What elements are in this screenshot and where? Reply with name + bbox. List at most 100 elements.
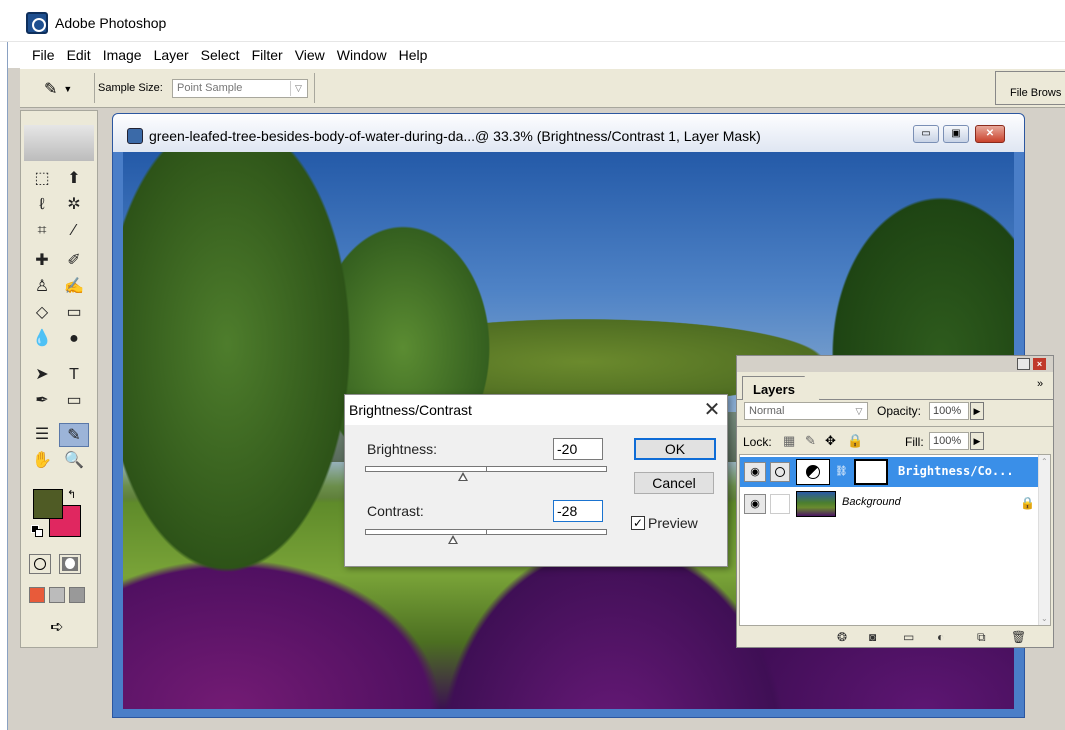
fill-arrow-icon[interactable]: ▶ bbox=[970, 432, 984, 450]
move-tool-icon[interactable]: ⬆ bbox=[59, 167, 89, 191]
full-screen-mode-icon[interactable] bbox=[69, 587, 85, 603]
tool-preset-picker[interactable]: ✎ ▼ bbox=[32, 78, 86, 100]
close-document-button[interactable]: ✕ bbox=[975, 125, 1005, 143]
dialog-close-icon[interactable]: ✕ bbox=[701, 397, 723, 422]
opacity-arrow-icon[interactable]: ▶ bbox=[970, 402, 984, 420]
cancel-button[interactable]: Cancel bbox=[634, 472, 714, 494]
lock-transparency-icon[interactable]: ▦ bbox=[783, 433, 795, 449]
lasso-tool-icon[interactable]: ℓ bbox=[27, 193, 57, 217]
tab-layers[interactable]: Layers bbox=[742, 376, 820, 400]
default-colors-icon[interactable] bbox=[31, 525, 43, 537]
menu-window[interactable]: Window bbox=[331, 47, 393, 63]
menu-image[interactable]: Image bbox=[97, 47, 148, 63]
trash-icon[interactable]: 🗑 bbox=[1011, 630, 1026, 644]
maximize-button[interactable]: ▣ bbox=[943, 125, 969, 143]
path-selection-tool-icon[interactable]: ➤ bbox=[27, 363, 57, 387]
eye-icon[interactable]: ◉ bbox=[744, 462, 766, 482]
brightness-slider[interactable] bbox=[365, 466, 607, 481]
ok-button[interactable]: OK bbox=[634, 438, 716, 460]
menu-edit[interactable]: Edit bbox=[61, 47, 97, 63]
healing-brush-tool-icon[interactable]: ✚ bbox=[27, 249, 57, 273]
adjustment-layer-icon[interactable] bbox=[796, 459, 830, 485]
chevron-down-icon: ▽ bbox=[290, 81, 306, 96]
magic-wand-tool-icon[interactable]: ✲ bbox=[59, 193, 89, 217]
lock-all-icon[interactable]: 🔒 bbox=[847, 433, 863, 449]
lock-image-icon[interactable]: ✎ bbox=[805, 433, 816, 449]
blur-tool-icon[interactable]: 💧 bbox=[27, 327, 57, 351]
chevron-down-icon: ▽ bbox=[855, 406, 863, 416]
minimize-button[interactable]: ▭ bbox=[913, 125, 939, 143]
fill-label: Fill: bbox=[905, 435, 924, 449]
layer-mask-icon[interactable] bbox=[770, 462, 790, 482]
menu-view[interactable]: View bbox=[289, 47, 331, 63]
chevron-down-icon[interactable]: ⌄ bbox=[1041, 614, 1048, 623]
palette-close-button[interactable]: × bbox=[1033, 358, 1046, 370]
standard-mode-icon[interactable] bbox=[29, 554, 51, 574]
swap-colors-icon[interactable]: ↰ bbox=[67, 488, 76, 501]
menu-filter[interactable]: Filter bbox=[246, 47, 289, 63]
brightness-label: Brightness: bbox=[367, 441, 438, 457]
layer-mask-thumbnail[interactable] bbox=[854, 459, 888, 485]
palette-menu-icon[interactable]: » bbox=[1037, 378, 1043, 390]
jump-to-imageready-icon[interactable]: ➪ bbox=[33, 617, 81, 637]
palette-minimize-button[interactable] bbox=[1017, 358, 1030, 370]
gradient-tool-icon[interactable]: ▭ bbox=[59, 301, 89, 325]
full-screen-menu-mode-icon[interactable] bbox=[49, 587, 65, 603]
contrast-slider-thumb[interactable] bbox=[448, 535, 459, 544]
sample-size-select[interactable]: Point Sample ▽ bbox=[172, 79, 308, 98]
eraser-tool-icon[interactable]: ◇ bbox=[27, 301, 57, 325]
lock-position-icon[interactable]: ✥ bbox=[825, 433, 836, 449]
brightness-slider-thumb[interactable] bbox=[457, 472, 468, 481]
brightness-input[interactable]: -20 bbox=[553, 438, 603, 460]
layer-thumbnail[interactable] bbox=[796, 491, 836, 517]
contrast-input[interactable]: -28 bbox=[553, 500, 603, 522]
hand-tool-icon[interactable]: ✋ bbox=[27, 449, 57, 473]
blend-mode-select[interactable]: Normal ▽ bbox=[744, 402, 868, 420]
menu-help[interactable]: Help bbox=[393, 47, 434, 63]
new-adjustment-layer-icon[interactable]: ◐ bbox=[937, 630, 944, 644]
contrast-slider[interactable] bbox=[365, 529, 607, 544]
new-group-icon[interactable]: ▭ bbox=[903, 630, 914, 644]
menu-select[interactable]: Select bbox=[195, 47, 246, 63]
menu-file[interactable]: File bbox=[26, 47, 61, 63]
menu-layer[interactable]: Layer bbox=[148, 47, 195, 63]
slice-tool-icon[interactable]: ⁄ bbox=[59, 219, 89, 243]
fill-input[interactable]: 100% bbox=[929, 432, 969, 450]
sample-size-label: Sample Size: bbox=[98, 82, 163, 94]
layer-row-background[interactable]: ◉ Background 🔒 bbox=[740, 489, 1038, 519]
eyedropper-tool-icon[interactable]: ✎ bbox=[59, 423, 89, 447]
chain-link-icon[interactable]: ⛓ bbox=[835, 466, 848, 477]
layer-list-scrollbar[interactable]: ⌃ ⌄ bbox=[1038, 455, 1050, 625]
clone-stamp-tool-icon[interactable]: ♙ bbox=[27, 275, 57, 299]
zoom-tool-icon[interactable]: 🔍 bbox=[59, 449, 89, 473]
quick-mask-mode-icon[interactable] bbox=[59, 554, 81, 574]
brush-tool-icon[interactable]: ✐ bbox=[59, 249, 89, 273]
foreground-color-swatch[interactable] bbox=[33, 489, 63, 519]
layer-style-icon[interactable]: ❂ bbox=[837, 630, 847, 644]
layer-row-brightness-contrast[interactable]: ◉ ⛓ Brightness/Co... bbox=[740, 457, 1038, 487]
file-browser-button[interactable]: File Brows bbox=[995, 71, 1065, 105]
standard-screen-mode-icon[interactable] bbox=[29, 587, 45, 603]
new-layer-icon[interactable]: ⧉ bbox=[977, 630, 986, 645]
notes-tool-icon[interactable]: ☰ bbox=[27, 423, 57, 447]
layer-link-box[interactable] bbox=[770, 494, 790, 514]
history-brush-tool-icon[interactable]: ✍ bbox=[59, 275, 89, 299]
pen-tool-icon[interactable]: ✒ bbox=[27, 389, 57, 413]
eyedropper-icon: ✎ bbox=[44, 81, 58, 98]
opacity-input[interactable]: 100% bbox=[929, 402, 969, 420]
photoshop-eye-logo[interactable] bbox=[24, 125, 94, 161]
type-tool-icon[interactable]: T bbox=[59, 363, 89, 387]
crop-tool-icon[interactable]: ⌗ bbox=[27, 219, 57, 243]
marquee-tool-icon[interactable]: ⬚ bbox=[27, 167, 57, 191]
chevron-up-icon[interactable]: ⌃ bbox=[1041, 457, 1048, 466]
eye-icon[interactable]: ◉ bbox=[744, 494, 766, 514]
lock-icon: 🔒 bbox=[1020, 496, 1035, 510]
divider bbox=[314, 73, 315, 103]
layer-name: Background bbox=[842, 496, 901, 508]
shape-tool-icon[interactable]: ▭ bbox=[59, 389, 89, 413]
preview-checkbox[interactable]: ✓ bbox=[631, 516, 645, 530]
add-mask-icon[interactable]: ◙ bbox=[869, 630, 876, 644]
dodge-tool-icon[interactable]: ● bbox=[59, 327, 89, 351]
file-browser-label: File Brows bbox=[1010, 87, 1062, 99]
left-window-strip bbox=[0, 0, 8, 730]
